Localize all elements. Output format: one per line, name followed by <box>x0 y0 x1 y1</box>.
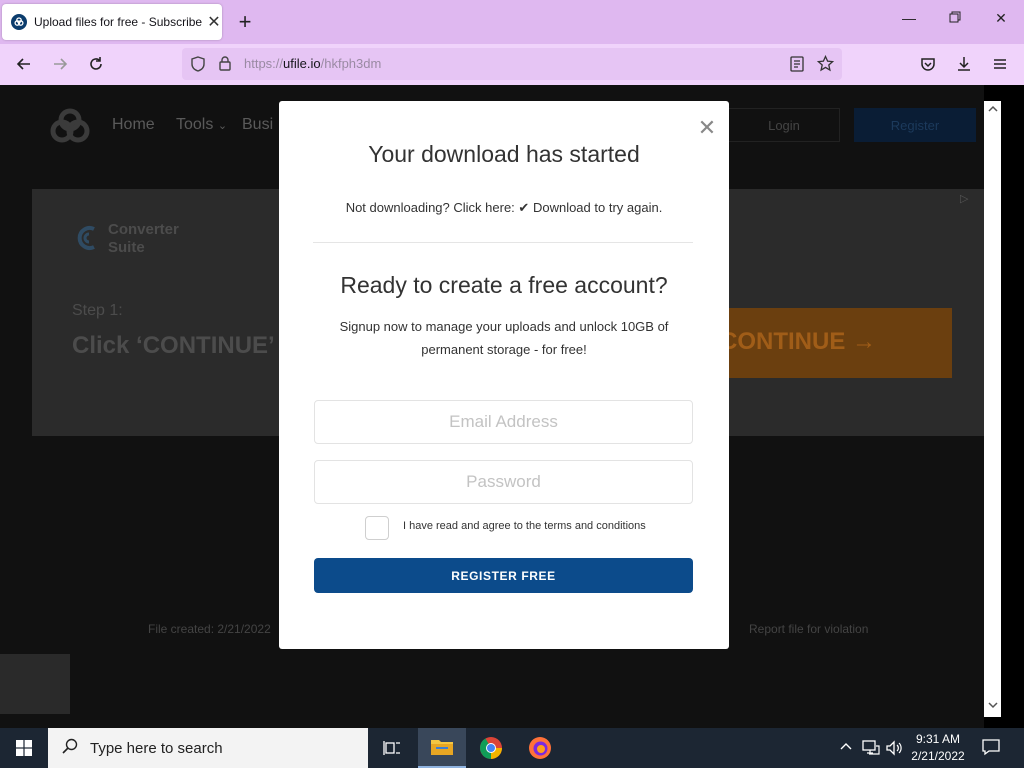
divider <box>313 242 693 243</box>
signup-description: Signup now to manage your uploads and un… <box>339 319 669 357</box>
recaptcha-badge[interactable] <box>0 654 70 714</box>
file-explorer-icon[interactable] <box>418 728 466 768</box>
new-tab-icon[interactable]: + <box>233 10 257 34</box>
download-retry-note: Not downloading? Click here: ✔ Download … <box>345 200 663 215</box>
firefox-icon[interactable] <box>516 728 564 768</box>
chevron-down-icon: ⌄ <box>217 120 228 132</box>
chevron-up-icon[interactable] <box>839 740 853 759</box>
address-bar[interactable]: https://ufile.io/hkfph3dm <box>182 48 842 80</box>
windows-start-icon[interactable] <box>0 728 48 768</box>
reload-icon[interactable] <box>84 52 108 76</box>
reader-view-icon[interactable] <box>790 56 804 77</box>
close-icon[interactable]: ✕ <box>697 115 717 141</box>
browser-tab[interactable]: Upload files for free - Subscribe ✕ <box>2 4 222 40</box>
ad-choices-icon[interactable]: ▷ <box>960 192 968 205</box>
volume-icon[interactable] <box>886 740 904 761</box>
checkmark-icon: ✔ <box>518 200 530 215</box>
terms-label: I have read and agree to the terms and c… <box>403 520 646 532</box>
register-free-button[interactable]: REGISTER FREE <box>314 558 693 593</box>
shield-icon[interactable] <box>190 56 206 77</box>
bookmark-star-icon[interactable] <box>816 54 835 77</box>
file-created-text: File created: 2/21/2022 <box>148 622 271 636</box>
site-register-button[interactable]: Register <box>854 108 976 142</box>
clock-time[interactable]: 9:31 AM <box>903 732 973 746</box>
tab-close-icon[interactable]: ✕ <box>206 12 222 32</box>
ad-click-text: Click ‘CONTINUE’ <box>72 332 275 359</box>
pocket-icon[interactable] <box>916 52 940 76</box>
close-window-icon[interactable]: ✕ <box>989 10 1013 27</box>
search-icon <box>62 738 78 759</box>
ufile-favicon-icon <box>11 14 27 30</box>
scroll-up-icon[interactable] <box>988 104 998 114</box>
network-icon[interactable] <box>862 740 880 761</box>
ad-continue-label: CONTINUE → <box>720 328 876 355</box>
scroll-down-icon[interactable] <box>988 700 998 710</box>
site-login-button[interactable]: Login <box>728 108 840 142</box>
windows-taskbar: Type here to search 9:31 AM 2/21/2022 <box>0 728 1024 768</box>
notifications-icon[interactable] <box>982 738 1000 761</box>
terms-checkbox[interactable] <box>365 516 389 540</box>
report-violation-link[interactable]: Report file for violation <box>749 622 868 636</box>
email-field[interactable] <box>314 400 693 444</box>
ufile-logo-icon[interactable] <box>46 108 94 149</box>
converter-suite-logo-icon <box>72 223 100 258</box>
search-placeholder: Type here to search <box>90 739 223 757</box>
signup-heading: Ready to create a free account? <box>340 272 668 298</box>
restore-icon[interactable] <box>943 10 967 26</box>
taskbar-search-box[interactable]: Type here to search <box>48 728 368 768</box>
clock-date[interactable]: 2/21/2022 <box>903 749 973 763</box>
site-nav-business[interactable]: Busi <box>242 116 273 134</box>
minimize-icon[interactable]: — <box>897 10 921 26</box>
tab-bar: Upload files for free - Subscribe ✕ + — … <box>0 0 1024 44</box>
ad-step-text: Step 1: <box>72 302 123 319</box>
modal-title: Your download has started <box>368 141 640 167</box>
task-view-icon[interactable] <box>368 728 416 768</box>
chrome-icon[interactable] <box>467 728 515 768</box>
lock-icon[interactable] <box>218 55 232 76</box>
forward-icon[interactable] <box>48 52 72 76</box>
ad-brand-name: Converter Suite <box>108 221 179 256</box>
password-field[interactable] <box>314 460 693 504</box>
tab-title: Upload files for free - Subscribe <box>34 15 202 29</box>
navigation-bar: https://ufile.io/hkfph3dm <box>0 44 1024 85</box>
site-nav-home[interactable]: Home <box>112 116 155 134</box>
page-scrollbar[interactable] <box>984 101 1001 717</box>
download-again-link[interactable]: Download to try again. <box>533 200 662 215</box>
url-text[interactable]: https://ufile.io/hkfph3dm <box>244 56 381 71</box>
menu-icon[interactable] <box>988 52 1012 76</box>
back-icon[interactable] <box>12 52 36 76</box>
downloads-icon[interactable] <box>952 52 976 76</box>
download-started-modal: ✕ Your download has started Not download… <box>279 101 729 649</box>
site-nav-tools[interactable]: Tools ⌄ <box>176 116 227 134</box>
